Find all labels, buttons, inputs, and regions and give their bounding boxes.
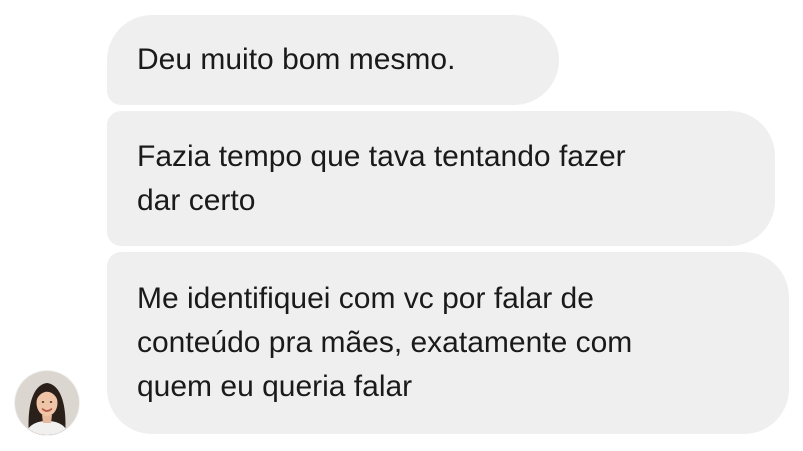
message-text-line: quem eu queria falar [137, 370, 413, 403]
message-text-line: Deu muito bom mesmo. [137, 43, 456, 76]
profile-photo-woman-icon [15, 371, 79, 435]
sender-avatar[interactable] [15, 371, 79, 435]
message-text-line: Me identifiquei com vc por falar de [137, 282, 594, 315]
message-text-line: conteúdo pra mães, exatamente com [137, 326, 633, 359]
message-text-line: Fazia tempo que tava tentando fazer [137, 139, 626, 173]
message-text-line: dar certo [137, 183, 256, 217]
message-bubble[interactable]: Deu muito bom mesmo. [107, 15, 559, 105]
message-bubble[interactable]: Me identifiquei com vc por falar de cont… [107, 252, 789, 434]
message-thread: Deu muito bom mesmo. Fazia tempo que tav… [0, 0, 803, 451]
message-bubble[interactable]: Fazia tempo que tava tentando fazer dar … [107, 111, 775, 246]
